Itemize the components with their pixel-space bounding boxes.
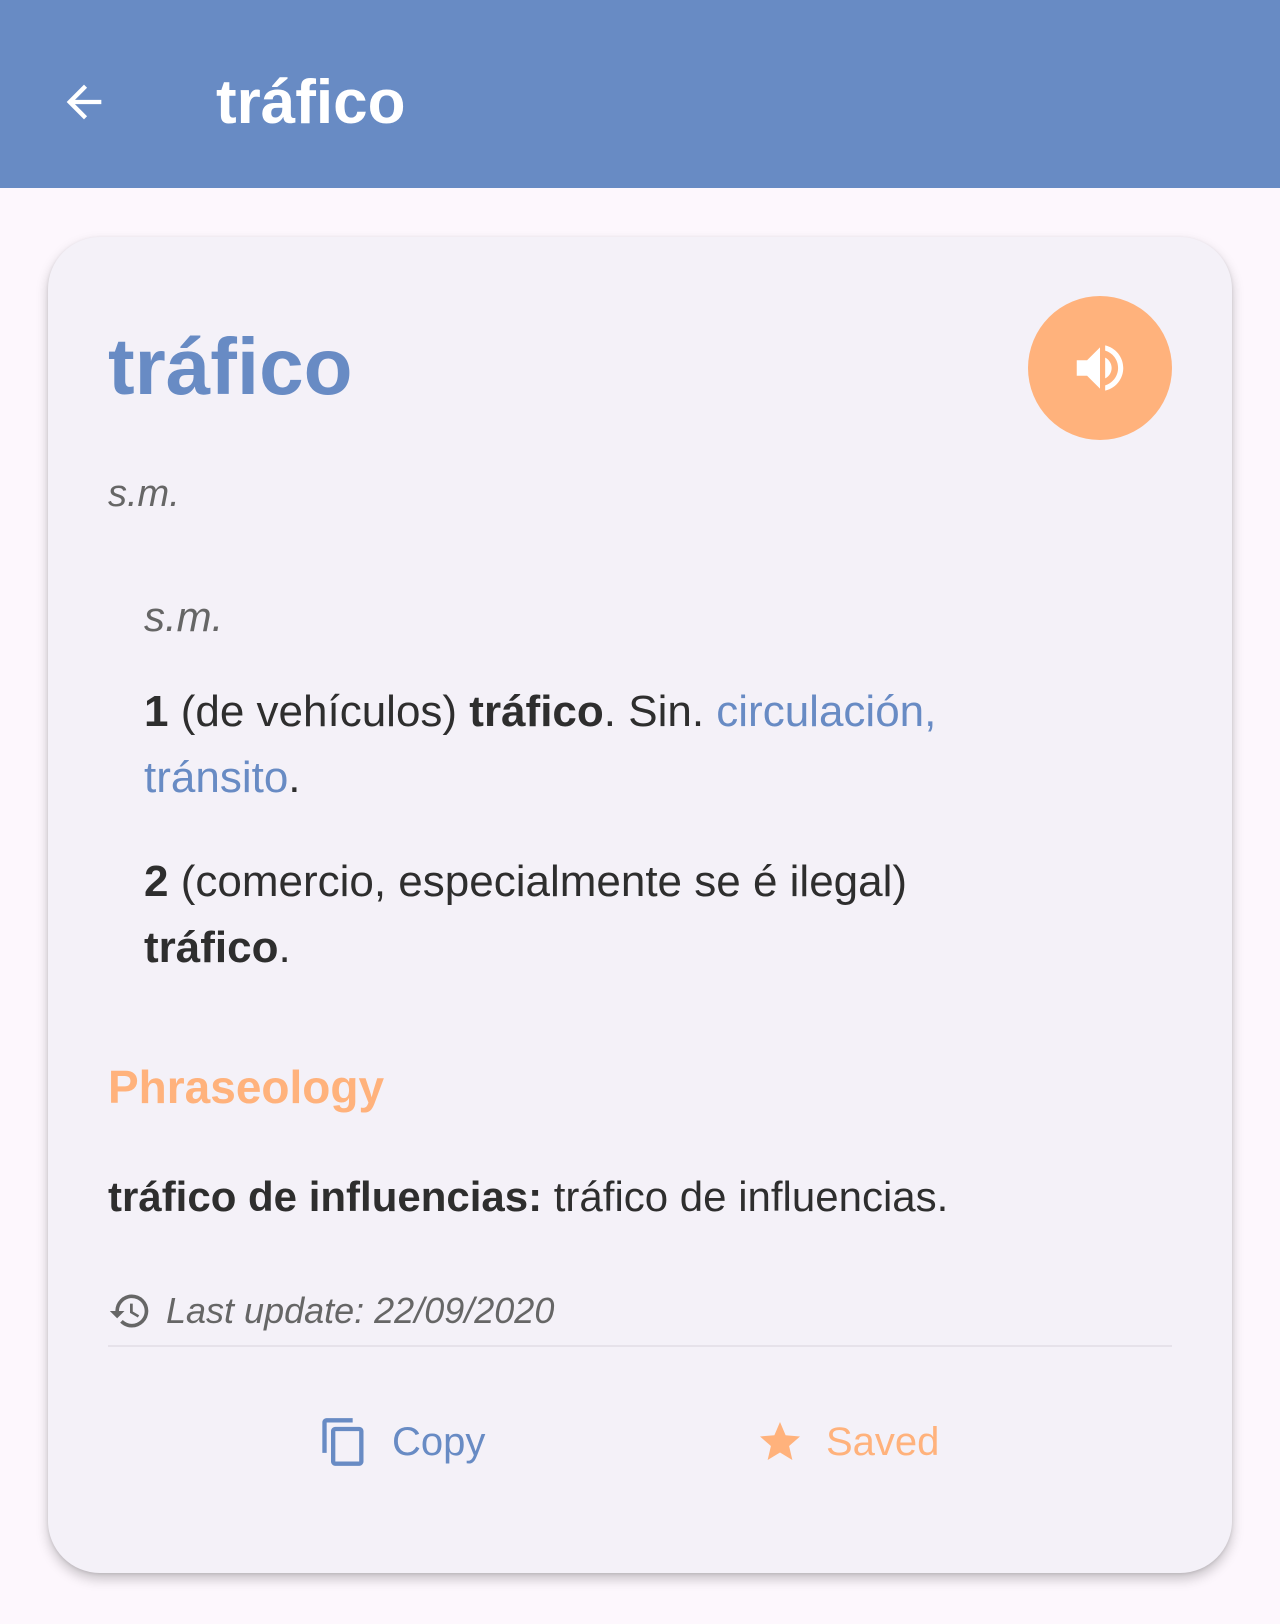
last-update: Last update: 22/09/2020	[108, 1289, 554, 1333]
sense-1: 1 (de vehículos) tráfico. Sin. circulaci…	[144, 679, 1104, 811]
history-icon	[109, 1294, 149, 1328]
sense-end: .	[278, 923, 291, 972]
sense-number: 1	[144, 687, 169, 736]
copy-button[interactable]: Copy	[318, 1407, 485, 1477]
copy-label: Copy	[392, 1419, 486, 1464]
sense-text: . Sin.	[603, 687, 717, 736]
sense-translation: tráfico	[144, 923, 279, 972]
synonym-link-circulacion[interactable]: circulación,	[716, 687, 936, 736]
phraseology-heading: Phraseology	[108, 1061, 385, 1113]
part-of-speech: s.m.	[108, 473, 180, 515]
speaker-icon	[1076, 345, 1124, 391]
sense-number: 2	[144, 857, 169, 906]
synonym-link-transito[interactable]: tránsito	[144, 753, 288, 802]
saved-label: Saved	[826, 1419, 940, 1464]
saved-button[interactable]: Saved	[756, 1407, 939, 1477]
phrase-term: tráfico de influencias:	[108, 1173, 543, 1220]
play-audio-button[interactable]	[1028, 296, 1172, 440]
sense-text: (comercio, especialmente se é ilegal)	[168, 857, 908, 906]
sense-text: (de vehículos)	[168, 687, 470, 736]
sense-part-of-speech: s.m.	[144, 593, 224, 640]
arrow-back-icon	[66, 84, 102, 120]
app-bar: tráfico	[0, 0, 1280, 188]
headword: tráfico	[108, 322, 353, 411]
copy-icon	[322, 1418, 364, 1466]
phrase-definition: tráfico de influencias.	[542, 1173, 949, 1220]
star-icon	[760, 1422, 800, 1460]
back-button[interactable]	[52, 70, 116, 134]
last-update-text: Last update: 22/09/2020	[166, 1290, 555, 1331]
divider	[108, 1345, 1172, 1347]
sense-end: .	[288, 753, 301, 802]
phraseology-item: tráfico de influencias: tráfico de influ…	[108, 1167, 948, 1227]
senses: s.m. 1 (de vehículos) tráfico. Sin. circ…	[144, 589, 1104, 1019]
app-bar-title: tráfico	[216, 68, 406, 137]
sense-translation: tráfico	[469, 687, 604, 736]
sense-2: 2 (comercio, especialmente se é ilegal) …	[144, 849, 1104, 981]
entry-card: tráfico s.m. s.m. 1 (de vehículos) tráfi…	[48, 237, 1232, 1573]
